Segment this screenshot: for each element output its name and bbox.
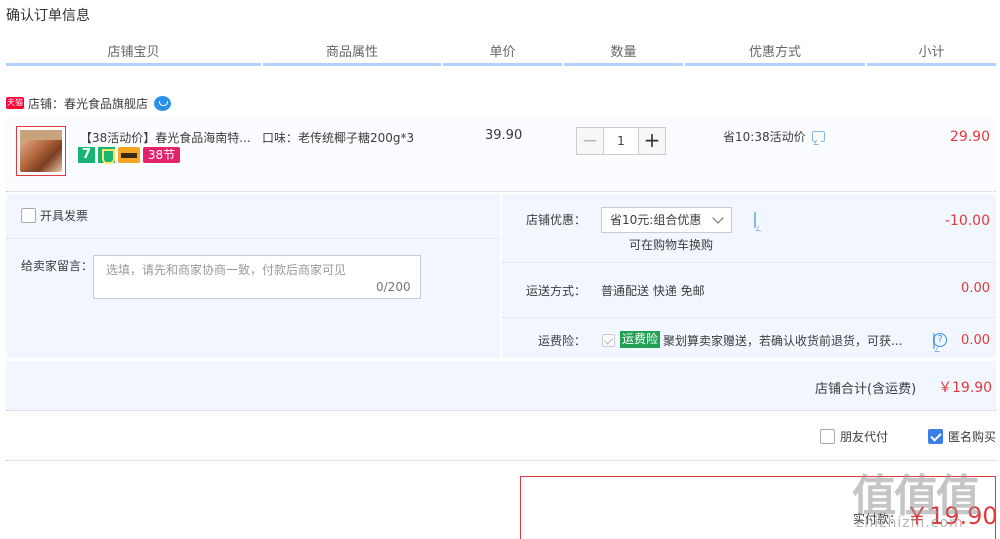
cart-exchange-hint: 可在购物车换购 (629, 238, 714, 252)
message-placeholder: 选填，请先和商家协商一致，付款后商家可见 (106, 263, 347, 277)
shipping-label: 运送方式： (526, 284, 587, 298)
insurance-label: 运费险： (538, 334, 587, 348)
comment-icon[interactable] (754, 212, 756, 228)
chevron-down-icon (712, 212, 724, 224)
column-header-promotion: 优惠方式 (685, 44, 865, 66)
quantity-input[interactable]: 1 (604, 127, 638, 155)
seven-day-return-icon[interactable]: 7 (78, 147, 95, 163)
shipping-method: 普通配送 快递 免邮 (601, 284, 705, 298)
quantity-minus-button[interactable]: − (576, 127, 604, 155)
help-icon[interactable]: ? (933, 333, 947, 347)
invoice-label: 开具发票 (40, 209, 89, 223)
anonymous-purchase-option[interactable]: 匿名购买 (928, 428, 996, 445)
insurance-badge: 运费险 (620, 331, 661, 348)
column-header-subtotal: 小计 (867, 44, 996, 66)
credit-card-icon[interactable] (118, 147, 140, 163)
watermark-url: zhizhizhi.com (856, 515, 964, 531)
divider (502, 317, 996, 318)
unit-price: 39.90 (485, 128, 523, 143)
shop-total-label: 店铺合计(含运费) (815, 382, 917, 397)
product-title-link[interactable]: 【38活动价】春光食品海南特... (80, 129, 252, 146)
column-header-price: 单价 (443, 44, 562, 66)
shop-row: 天猫 店铺：春光食品旗舰店 (6, 92, 172, 114)
friend-pay-option[interactable]: 朋友代付 (820, 428, 888, 445)
message-char-count: 0/200 (376, 280, 411, 294)
shop-name[interactable]: 店铺：春光食品旗舰店 (28, 95, 148, 112)
message-label: 给卖家留言： (21, 259, 94, 273)
shop-discount-select[interactable]: 省10元:组合优惠 (601, 207, 732, 233)
divider (6, 238, 500, 239)
column-header-quantity: 数量 (564, 44, 683, 66)
insurance-checkbox (602, 334, 615, 347)
divider (502, 262, 996, 263)
invoice-checkbox[interactable] (21, 208, 36, 223)
tmall-icon: 天猫 (6, 97, 24, 109)
friend-pay-checkbox[interactable] (820, 429, 835, 444)
shipping-amount: 0.00 (961, 281, 990, 296)
divider (6, 460, 996, 461)
friend-pay-label: 朋友代付 (840, 430, 889, 444)
column-header-item: 店铺宝贝 (6, 44, 261, 66)
product-attribute: 口味：老传统椰子糖200g*3 (262, 131, 415, 145)
product-thumbnail[interactable] (16, 126, 66, 176)
shop-discount-amount: -10.00 (944, 213, 990, 229)
column-header-attribute: 商品属性 (263, 44, 441, 66)
insurance-description: 聚划算卖家赠送，若确认收货前退货，可获... (663, 334, 903, 348)
comment-icon[interactable] (811, 131, 825, 142)
insurance-amount: 0.00 (961, 333, 990, 348)
shop-total-value: ￥19.90 (938, 380, 993, 396)
quantity-plus-button[interactable]: + (638, 127, 666, 155)
promotion-info: 省10:38活动价 (723, 128, 825, 145)
guarantee-shield-icon[interactable] (98, 147, 115, 164)
page-title: 确认订单信息 (6, 8, 90, 24)
invoice-option[interactable]: 开具发票 (21, 207, 88, 224)
quantity-stepper: − 1 + (576, 127, 666, 155)
service-badges: 7 38节 (78, 147, 180, 164)
anonymous-checkbox[interactable] (928, 429, 943, 444)
item-subtotal: 29.90 (949, 129, 990, 145)
promotion-label: 省10:38活动价 (723, 130, 806, 144)
shop-discount-selected: 省10元:组合优惠 (610, 213, 702, 227)
shop-discount-label: 店铺优惠： (526, 213, 587, 227)
wangwang-chat-icon[interactable] (154, 95, 172, 111)
festival-38-badge[interactable]: 38节 (143, 147, 180, 163)
anonymous-label: 匿名购买 (948, 430, 997, 444)
